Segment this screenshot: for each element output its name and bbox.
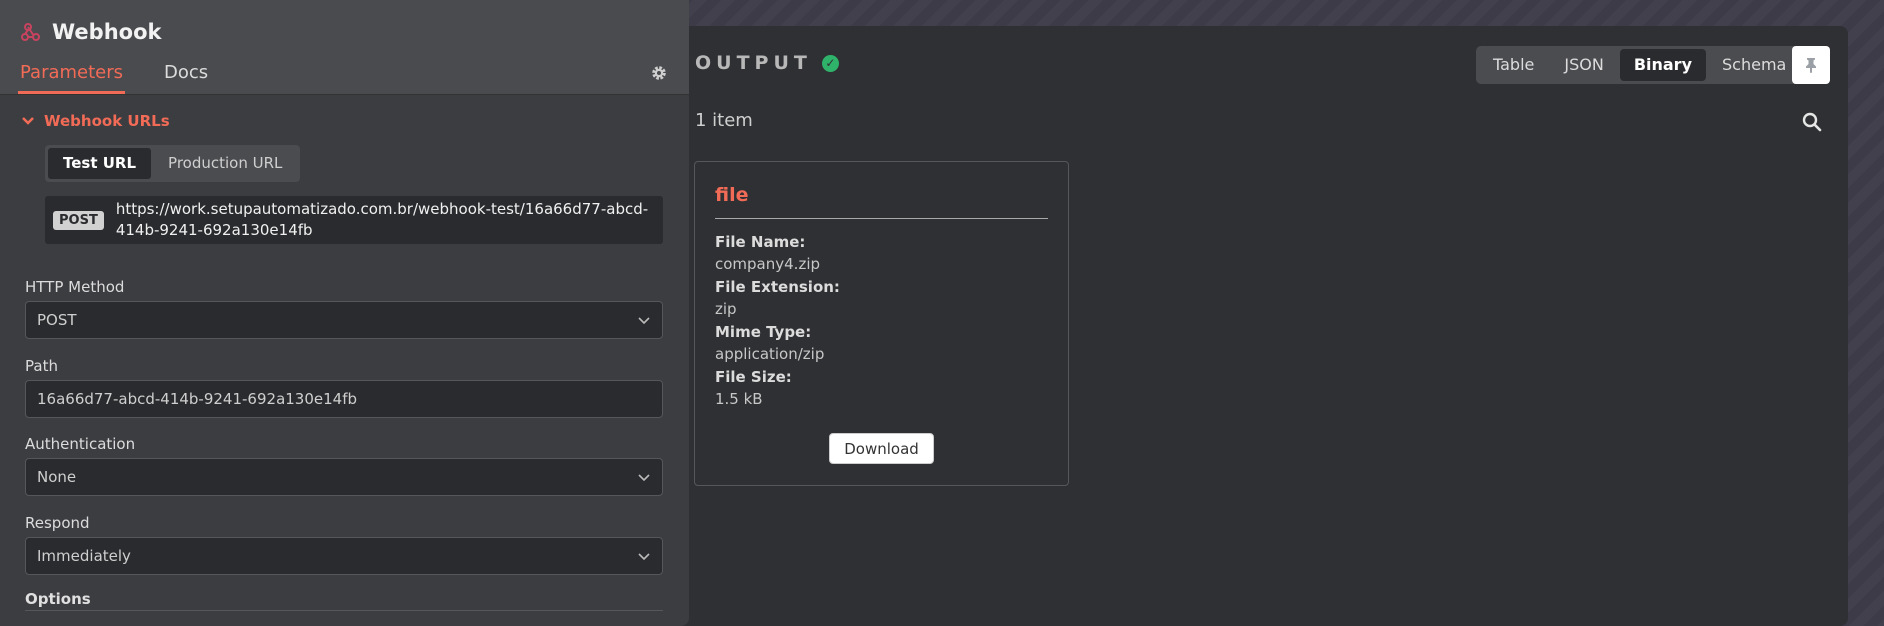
binary-card-title: file (715, 184, 1048, 219)
url-type-tabs: Test URL Production URL (45, 145, 301, 182)
node-title[interactable]: Webhook (52, 20, 161, 44)
download-button[interactable]: Download (829, 433, 934, 464)
webhook-urls-toggle[interactable]: Webhook URLs (22, 112, 170, 130)
file-size-value: 1.5 kB (715, 390, 763, 408)
path-value: 16a66d77-abcd-414b-9241-692a130e14fb (37, 390, 358, 408)
output-header: OUTPUT ✓ (695, 52, 839, 74)
mime-type-value: application/zip (715, 345, 825, 363)
parameters-panel: Webhook Parameters Docs Webhook URLs Tes… (0, 0, 689, 626)
view-tab-json[interactable]: JSON (1550, 49, 1617, 81)
chevron-down-icon (638, 474, 650, 482)
view-tab-schema[interactable]: Schema (1708, 49, 1800, 81)
method-badge: POST (53, 210, 104, 230)
success-check-icon: ✓ (821, 54, 839, 72)
webhook-url[interactable]: https://work.setupautomatizado.com.br/we… (116, 199, 655, 241)
authentication-label: Authentication (25, 435, 136, 453)
tab-docs[interactable]: Docs (164, 62, 208, 94)
panel-header: Webhook Parameters Docs (0, 0, 689, 95)
http-method-value: POST (37, 311, 77, 329)
chevron-down-icon (638, 317, 650, 325)
view-tab-table[interactable]: Table (1479, 49, 1548, 81)
file-size-label: File Size: (715, 368, 792, 386)
output-title: OUTPUT (695, 52, 812, 74)
tab-parameters[interactable]: Parameters (18, 62, 126, 94)
pin-data-button[interactable] (1792, 46, 1830, 84)
output-view-tabs: Table JSON Binary Schema (1476, 46, 1804, 84)
authentication-select[interactable]: None (25, 458, 663, 496)
binary-data-card: file File Name: company4.zip File Extens… (694, 161, 1069, 486)
view-tab-binary[interactable]: Binary (1619, 49, 1706, 81)
webhook-icon (21, 23, 40, 41)
path-input[interactable]: 16a66d77-abcd-414b-9241-692a130e14fb (25, 380, 663, 418)
webhook-urls-label: Webhook URLs (44, 112, 170, 130)
pin-icon (1806, 58, 1816, 73)
chevron-down-icon (22, 117, 34, 125)
file-extension-label: File Extension: (715, 278, 840, 296)
chevron-down-icon (638, 553, 650, 561)
respond-value: Immediately (37, 547, 131, 565)
search-icon[interactable] (1802, 112, 1822, 132)
webhook-url-box[interactable]: POST https://work.setupautomatizado.com.… (45, 196, 663, 244)
panel-tabs: Parameters Docs (18, 62, 208, 94)
authentication-value: None (37, 468, 77, 486)
file-extension-value: zip (715, 300, 737, 318)
http-method-select[interactable]: POST (25, 301, 663, 339)
options-divider (25, 610, 663, 611)
item-count: 1 item (695, 110, 753, 131)
file-name-value: company4.zip (715, 255, 821, 273)
respond-label: Respond (25, 514, 90, 532)
options-label: Options (25, 590, 91, 608)
http-method-label: HTTP Method (25, 278, 125, 296)
tab-production-url[interactable]: Production URL (153, 148, 297, 179)
mime-type-label: Mime Type: (715, 323, 812, 341)
respond-select[interactable]: Immediately (25, 537, 663, 575)
path-label: Path (25, 357, 58, 375)
node-title-group: Webhook (20, 20, 161, 44)
gear-icon[interactable] (650, 64, 668, 82)
file-name-label: File Name: (715, 233, 806, 251)
tab-test-url[interactable]: Test URL (48, 148, 152, 179)
